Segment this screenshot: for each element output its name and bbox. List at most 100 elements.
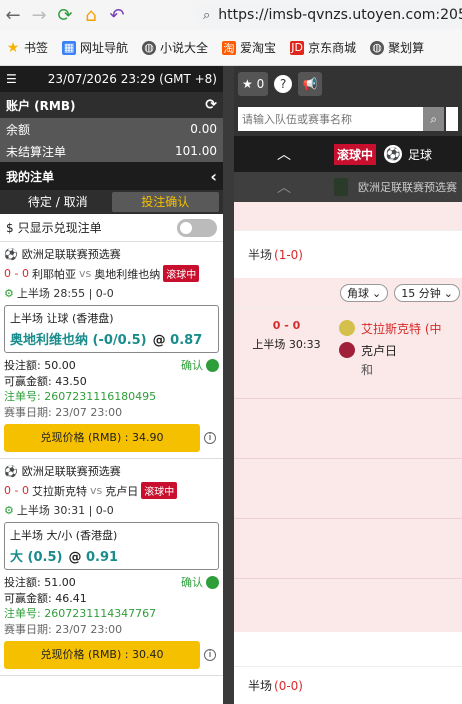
draw-label: 和 [361,363,374,377]
tab-pending[interactable]: 待定 / 取消 [4,192,112,212]
bookmark-item[interactable]: ◍ 小说大全 [142,39,208,56]
confirm-status: 确认 [181,359,203,372]
datetime: 23/07/2026 23:29 (GMT +8) [47,72,217,86]
search-icon[interactable]: ⌕ [422,107,445,131]
market-toolbar: ★ 0 ? 📢 [234,66,462,102]
my-bets-header[interactable]: 我的注单 ‹ [0,162,223,190]
clock-icon: ⚙ [4,503,14,517]
bet-vs: vs [89,484,103,497]
league-name: 欧洲足联联赛预选赛 [358,181,457,194]
team-crest-icon [339,320,355,336]
bookmark-item[interactable]: JD 京东商城 [290,39,356,56]
unsettled-row: 未结算注单 101.00 [0,140,223,162]
bet-league: 欧洲足联联赛预选赛 [21,248,121,261]
bet-pick: 大 (0.5) [10,550,63,565]
bet-away-team: 奥地利维也纳 [94,267,161,281]
half-score: (0-0) [274,678,303,693]
bet-card: ⚽ 欧洲足联联赛预选赛 0 - 0 艾拉斯克特 vs 克卢日 滚球中 ⚙ 上半场 3… [0,459,223,676]
time-select-value: 15 分钟 [401,287,441,300]
bet-home-team: 艾拉斯克特 [31,484,87,498]
bet-pick-row: 奥地利维也纳 (-0/0.5) @ 0.87 [10,329,213,348]
bookmark-item[interactable]: ◍ 聚划算 [370,39,424,56]
back-icon[interactable]: ← [0,2,26,28]
live-tag: 滚球中 [141,482,178,499]
bookmark-item[interactable]: ▦ 网址导航 [62,39,128,56]
balance-value: 0.00 [190,122,217,136]
match-time: 上半场 30:33 [252,338,321,351]
help-icon[interactable]: ? [274,75,293,93]
soccer-ball-icon: ⚽ [4,247,18,261]
live-tag: 滚球中 [163,265,200,282]
taobao-icon: 淘 [222,40,237,55]
chevron-up-icon[interactable]: ︿ [234,177,334,197]
search-extra [446,107,458,131]
reload-icon[interactable]: ⟳ [52,2,78,28]
bet-win: 可赢金额: 43.50 [4,375,87,388]
search-bar: ⌕ [234,102,462,136]
chevron-left-icon[interactable]: ‹ [210,167,217,186]
home-icon[interactable]: ⌂ [78,2,104,28]
search-input[interactable] [238,107,423,131]
bet-stake: 投注额: 50.00 [4,359,76,372]
info-icon[interactable]: i [204,432,216,444]
undo-icon[interactable]: ↶ [104,2,130,28]
bet-time: 上半场 28:55 | 0-0 [16,287,114,300]
chevron-up-icon[interactable]: ︿ [234,144,334,164]
half-label: 半场 [248,679,273,693]
forward-icon[interactable]: → [26,2,52,28]
favorites-button[interactable]: ★ 0 [238,72,269,96]
match-row[interactable]: 0 - 0 上半场 30:33 艾拉斯克特 (中 克卢日 和 [234,308,462,398]
url-text: https://imsb-qvnzs.utoyen.com:2053 [218,7,462,23]
chevron-down-icon: ⌄ [443,286,453,300]
live-sport-bar[interactable]: ︿ 滚球中 ⚽ 足球 [234,136,462,172]
home-team: 艾拉斯克特 (中 [361,321,442,336]
sport-name: 足球 [408,147,433,162]
bookmark-item[interactable]: ★ 书签 [6,39,48,56]
time-select[interactable]: 15 分钟 ⌄ [394,284,460,302]
bet-card: ⚽ 欧洲足联联赛预选赛 0 - 0 利耶帕亚 vs 奥地利维也纳 滚球中 ⚙ 上半场… [0,242,223,459]
bet-market: 上半场 让球 (香港盘) [10,312,114,325]
soccer-ball-icon: ⚽ [384,145,403,163]
cashout-toggle[interactable] [177,218,217,237]
cashout-button[interactable]: 兑现价格 (RMB) : 30.40 [4,641,200,669]
bet-away-team: 克卢日 [105,484,139,498]
account-header: 账户 (RMB) ⟳ [0,92,223,118]
at-sign: @ [152,333,166,348]
market-select[interactable]: 角球 ⌄ [340,284,389,302]
selection-box: 上半场 大/小 (香港盘) 大 (0.5) @ 0.91 [4,522,219,570]
panel-header: ☰ 23/07/2026 23:29 (GMT +8) [0,66,223,92]
refresh-icon[interactable]: ⟳ [205,97,217,113]
bet-ref: 注单号: 2607231116180495 [4,390,157,403]
bet-stake: 投注额: 51.00 [4,576,76,589]
cashout-filter-label: 只显示兑现注单 [17,221,102,235]
bookmark-item[interactable]: 淘爱淘宝 [222,39,276,56]
market-select-value: 角球 [347,287,369,300]
bet-ref: 注单号: 2607231114347767 [4,607,157,620]
bet-time: 上半场 30:31 | 0-0 [16,504,114,517]
market-filters: 角球 ⌄ 15 分钟 ⌄ [234,278,462,308]
bet-home-team: 利耶帕亚 [31,267,76,281]
menu-icon[interactable]: ☰ [6,72,17,86]
cashout-button[interactable]: 兑现价格 (RMB) : 34.90 [4,424,200,452]
account-title: 账户 (RMB) [6,98,76,113]
bet-pick: 奥地利维也纳 (-0/0.5) [10,333,147,348]
scrollbar[interactable] [223,66,234,704]
grid-icon: ▦ [62,40,77,55]
bet-slip-panel: ☰ 23/07/2026 23:29 (GMT +8) 账户 (RMB) ⟳ 余… [0,66,223,704]
favorites-count: 0 [256,77,265,91]
half-header-2: 半场 (0-0) [234,666,462,704]
announcement-icon[interactable]: 📢 [298,72,323,96]
address-bar[interactable]: ⌕ https://imsb-qvnzs.utoyen.com:2053 [195,1,462,29]
league-bar[interactable]: ︿ 欧洲足联联赛预选赛 [234,172,462,202]
half-score: (1-0) [274,247,303,262]
my-bets-title: 我的注单 [6,169,55,184]
tab-confirmed[interactable]: 投注确认 [111,192,219,212]
bet-score: 0 - 0 [4,267,29,280]
info-icon[interactable]: i [204,649,216,661]
globe-icon: ◍ [142,40,157,55]
bet-tabs: 待定 / 取消 投注确认 [0,190,223,214]
bet-league: 欧洲足联联赛预选赛 [21,465,121,478]
team-crest-icon [339,342,355,358]
league-logo-icon [334,178,348,196]
bet-market: 上半场 大/小 (香港盘) [10,529,118,542]
